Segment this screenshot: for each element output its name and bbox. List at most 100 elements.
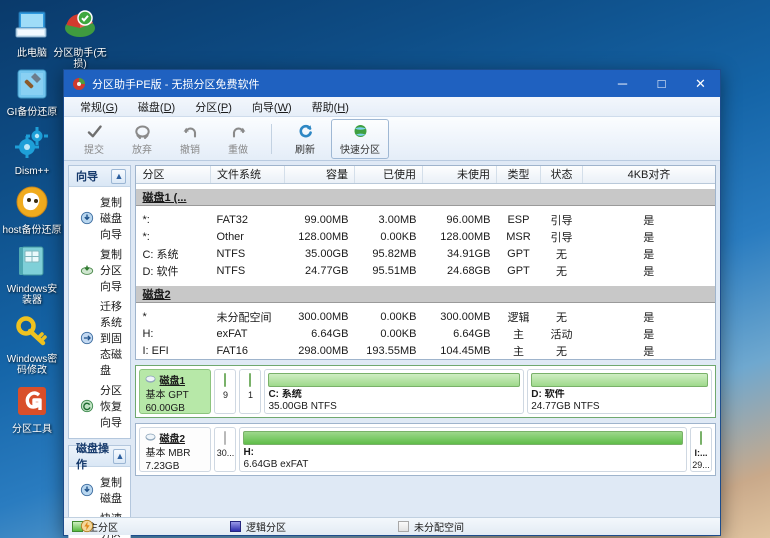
cell-unused: 300.00MB — [422, 308, 496, 325]
partition-block[interactable]: 30... — [214, 427, 236, 472]
menu-wizard[interactable]: 向导(W) — [242, 97, 302, 117]
partition-block[interactable]: 9 — [214, 369, 236, 414]
copy-disk-icon — [80, 483, 94, 497]
table-row[interactable]: *:Other128.00MB0.00KB128.00MBMSR引导是 — [136, 229, 715, 246]
redo-button[interactable]: 重做 — [214, 119, 262, 159]
column-header-partition[interactable]: 分区 — [136, 166, 210, 183]
partition-block[interactable]: H:6.64GB exFAT — [239, 427, 687, 472]
table-row[interactable]: H:exFAT6.64GB0.00KB6.64GB主活动是 — [136, 325, 715, 342]
wizard-panel-header[interactable]: 向导 ▲ — [69, 166, 130, 187]
disk-group-row[interactable]: 磁盘1 (... — [136, 189, 715, 206]
minimize-button[interactable]: ─ — [603, 70, 642, 97]
cell-capacity: 6.64GB — [284, 325, 354, 342]
wizard-item-copy-disk[interactable]: 复制磁盘向导 — [69, 192, 130, 244]
menu-partition[interactable]: 分区(P) — [185, 97, 242, 117]
column-header-filesystem[interactable]: 文件系统 — [210, 166, 284, 183]
partition-usage-bar — [243, 431, 683, 445]
cell-status: 引导 — [540, 212, 582, 229]
disk-info[interactable]: 磁盘2基本 MBR7.23GB — [139, 427, 211, 472]
status-bar: 主分区逻辑分区未分配空间 — [64, 517, 720, 535]
diskop-item-copy-disk[interactable]: 复制磁盘 — [69, 472, 130, 508]
cell-used: 0.00KB — [354, 229, 422, 246]
column-header-align4k[interactable]: 4KB对齐 — [582, 166, 715, 183]
column-header-status[interactable]: 状态 — [540, 166, 582, 183]
partition-usage-bar — [224, 431, 226, 445]
desktop-icon-partition-assistant[interactable]: 分区助手(无损) — [48, 0, 112, 70]
chevron-up-icon[interactable]: ▲ — [111, 169, 126, 184]
partition-block[interactable]: I:...29... — [690, 427, 712, 472]
desktop-icon-partition-tool[interactable]: 分区工具 — [0, 376, 64, 435]
cell-filesystem: Other — [210, 229, 284, 246]
table-row[interactable]: *未分配空间300.00MB0.00KB300.00MB逻辑无是 — [136, 308, 715, 325]
disk-ops-panel-header[interactable]: 磁盘操作 ▲ — [69, 446, 130, 467]
column-header-unused[interactable]: 未使用 — [422, 166, 496, 183]
wizard-panel-title: 向导 — [76, 168, 98, 184]
disk-strip[interactable]: 磁盘1基本 GPT60.00GB91C: 系统35.00GB NTFSD: 软件… — [135, 365, 716, 418]
refresh-button[interactable]: 刷新 — [281, 119, 329, 159]
desktop-icon-windows-installer[interactable]: Windows安装器 — [0, 236, 64, 306]
menu-disk[interactable]: 磁盘(D) — [128, 97, 185, 117]
table-row[interactable]: *:FAT3299.00MB3.00MB96.00MBESP引导是 — [136, 212, 715, 229]
sidebar-item-label: 复制磁盘向导 — [100, 194, 124, 242]
window-titlebar[interactable]: 分区助手PE版 - 无损分区免费软件 ─ □ ✕ — [64, 70, 720, 97]
wizard-item-migrate-os[interactable]: 迁移系统到固态磁盘 — [69, 296, 130, 380]
menu-general[interactable]: 常规(G) — [70, 97, 128, 117]
table-row[interactable]: I: EFIFAT16298.00MB193.55MB104.45MB主无是 — [136, 342, 715, 359]
menu-help[interactable]: 帮助(H) — [302, 97, 359, 117]
cell-filesystem: NTFS — [210, 263, 284, 280]
quick-partition-button[interactable]: 快速分区 — [331, 119, 389, 159]
disk-info[interactable]: 磁盘1基本 GPT60.00GB — [139, 369, 211, 414]
cell-align4k: 是 — [582, 229, 715, 246]
recover-partition-icon — [80, 399, 94, 413]
window-body: 向导 ▲ 复制磁盘向导复制分区向导迁移系统到固态磁盘分区恢复向导 磁盘操作 ▲ … — [64, 161, 720, 517]
wizard-item-recover-partition[interactable]: 分区恢复向导 — [69, 380, 130, 432]
undo-button[interactable]: 撤销 — [166, 119, 214, 159]
cell-status: 无 — [540, 246, 582, 263]
cell-capacity: 298.00MB — [284, 342, 354, 359]
column-header-capacity[interactable]: 容量 — [284, 166, 354, 183]
table-row[interactable]: D: 软件NTFS24.77GB95.51MB24.68GBGPT无是 — [136, 263, 715, 280]
cell-filesystem: 未分配空间 — [210, 308, 284, 325]
commit-button[interactable]: 提交 — [70, 119, 118, 159]
refresh-label: 刷新 — [295, 141, 315, 156]
cell-align4k: 是 — [582, 263, 715, 280]
legend-unalloc: 未分配空间 — [398, 519, 464, 534]
partition-detail: 24.77GB NTFS — [531, 401, 599, 410]
partition-block[interactable]: 1 — [239, 369, 261, 414]
window-title: 分区助手PE版 - 无损分区免费软件 — [92, 76, 259, 92]
column-header-type[interactable]: 类型 — [496, 166, 540, 183]
maximize-button[interactable]: □ — [642, 70, 681, 97]
app-icon — [72, 77, 86, 91]
partition-block[interactable]: D: 软件24.77GB NTFS — [527, 369, 712, 414]
desktop-icon-dism-plus[interactable]: Dism++ — [0, 118, 64, 177]
desktop-icon-windows-password-change[interactable]: Windows密码修改 — [0, 306, 64, 376]
migrate-os-icon — [80, 331, 94, 345]
partition-usage-bar — [700, 431, 702, 445]
wizard-item-copy-partition[interactable]: 复制分区向导 — [69, 244, 130, 296]
discard-button[interactable]: 放弃 — [118, 119, 166, 159]
cell-used: 193.55MB — [354, 342, 422, 359]
close-button[interactable]: ✕ — [681, 70, 720, 97]
partition-table: 分区文件系统容量已使用未使用类型状态4KB对齐 磁盘1 (... *:FAT329… — [136, 166, 715, 359]
table-row[interactable]: C: 系统NTFS35.00GB95.82MB34.91GBGPT无是 — [136, 246, 715, 263]
legend-label: 未分配空间 — [414, 519, 464, 534]
desktop-icon-ghost-backup-restore[interactable]: host备份还原 — [0, 177, 64, 236]
quick-partition-icon — [80, 519, 94, 533]
cell-align4k: 是 — [582, 246, 715, 263]
partition-block[interactable]: C: 系统35.00GB NTFS — [264, 369, 524, 414]
disk-group-label: 磁盘2 — [136, 286, 715, 303]
disk-scheme: 基本 MBR — [145, 447, 205, 460]
cell-filesystem: FAT32 — [210, 212, 284, 229]
partition-usage-bar — [224, 373, 226, 387]
commit-label: 提交 — [84, 141, 104, 156]
column-header-used[interactable]: 已使用 — [354, 166, 422, 183]
chevron-up-icon[interactable]: ▲ — [113, 449, 126, 464]
disk-group-row[interactable]: 磁盘2 — [136, 286, 715, 303]
disk-strip[interactable]: 磁盘2基本 MBR7.23GB30...H:6.64GB exFATI:...2… — [135, 423, 716, 476]
monitor-icon — [12, 6, 52, 46]
cell-status: 无 — [540, 263, 582, 280]
desktop-icon-label: Windows密码修改 — [0, 354, 64, 376]
legend-label: 逻辑分区 — [246, 519, 286, 534]
cell-type: 主 — [496, 342, 540, 359]
disk-platter-icon — [145, 432, 156, 447]
